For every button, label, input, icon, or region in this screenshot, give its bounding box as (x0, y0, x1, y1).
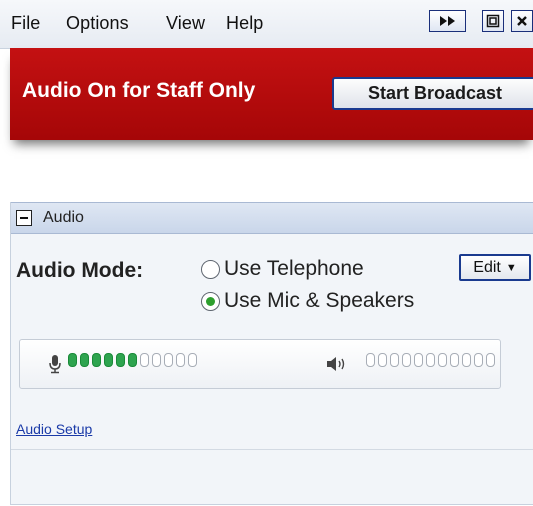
restore-icon (486, 14, 500, 28)
broadcast-status-bar: Audio On for Staff Only Start Broadcast (10, 48, 533, 140)
speaker-icon (327, 357, 345, 371)
use-telephone-label: Use Telephone (224, 257, 364, 280)
mic-level-meter (68, 353, 197, 367)
chevron-down-icon: ▼ (505, 261, 517, 274)
fast-forward-icon (439, 16, 455, 26)
radio-mic-speakers[interactable] (201, 291, 220, 311)
menu-view[interactable]: View (166, 13, 205, 34)
edit-label: Edit (473, 258, 501, 276)
speaker-level-meter (366, 353, 495, 367)
start-broadcast-button[interactable]: Start Broadcast (332, 77, 533, 110)
speaker-level-segment (450, 353, 459, 367)
menu-bar: File Options View Help (0, 0, 533, 49)
audio-panel-header: Audio (11, 202, 533, 234)
audio-panel: Audio Audio Mode: Use Telephone Use Mic … (10, 202, 533, 505)
audio-panel-title: Audio (43, 209, 84, 226)
speaker-level-segment (378, 353, 387, 367)
audio-levels-box (19, 339, 501, 389)
speaker-level-segment (474, 353, 483, 367)
audio-mode-label: Audio Mode: (16, 259, 144, 282)
use-mic-speakers-label: Use Mic & Speakers (224, 289, 415, 312)
close-icon (517, 16, 527, 26)
radio-telephone[interactable] (201, 259, 220, 279)
menu-options[interactable]: Options (66, 13, 129, 34)
mic-level-segment (92, 353, 101, 367)
mic-level-segment (128, 353, 137, 367)
edit-dropdown-button[interactable]: Edit ▼ (459, 254, 531, 281)
mic-level-segment (140, 353, 149, 367)
fast-forward-button[interactable] (429, 10, 466, 32)
restore-button[interactable] (482, 10, 504, 32)
speaker-level-segment (414, 353, 423, 367)
use-mic-speakers-option[interactable]: Use Mic & Speakers (201, 289, 414, 313)
microphone-icon (49, 355, 61, 374)
speaker-level-segment (426, 353, 435, 367)
speaker-level-segment (402, 353, 411, 367)
mic-level-segment (164, 353, 173, 367)
mic-level-segment (104, 353, 113, 367)
speaker-level-segment (486, 353, 495, 367)
speaker-level-segment (438, 353, 447, 367)
speaker-level-segment (366, 353, 375, 367)
mic-level-segment (176, 353, 185, 367)
close-button[interactable] (511, 10, 533, 32)
menu-help[interactable]: Help (226, 13, 263, 34)
mic-level-segment (152, 353, 161, 367)
use-telephone-option[interactable]: Use Telephone (201, 257, 364, 281)
speaker-level-segment (462, 353, 471, 367)
menu-file[interactable]: File (11, 13, 40, 34)
divider (11, 449, 533, 450)
mic-level-segment (68, 353, 77, 367)
speaker-level-segment (390, 353, 399, 367)
mic-level-segment (116, 353, 125, 367)
audio-setup-link[interactable]: Audio Setup (16, 421, 92, 437)
audio-status-text: Audio On for Staff Only (22, 79, 256, 102)
mic-level-segment (188, 353, 197, 367)
mic-level-segment (80, 353, 89, 367)
collapse-icon[interactable] (16, 210, 32, 226)
